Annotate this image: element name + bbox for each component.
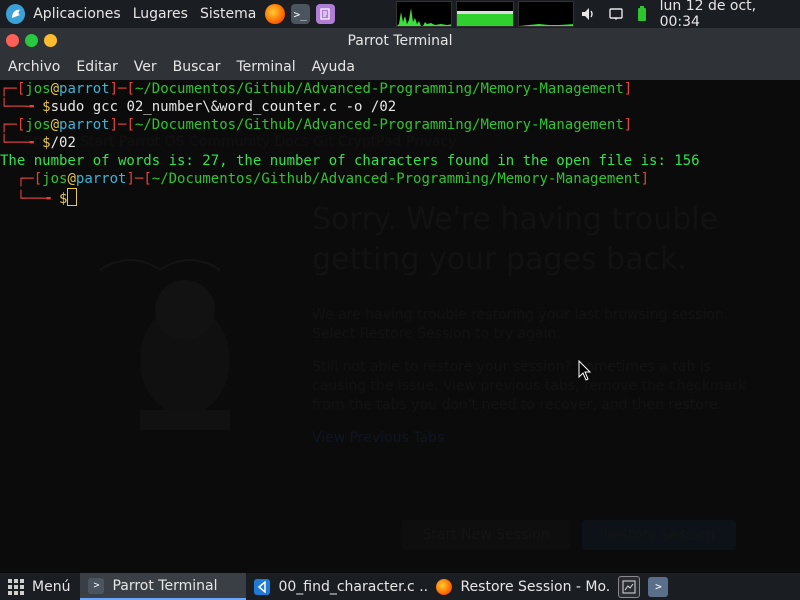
taskbar-item-label: Parrot Terminal (112, 577, 218, 594)
menu-ayuda[interactable]: Ayuda (304, 59, 363, 75)
volume-icon[interactable] (574, 0, 602, 28)
ghost-title-line1: Sorry. We're having trouble (312, 202, 719, 237)
terminal-line-prompt2-command: └──╼ $/02 (0, 135, 76, 151)
start-menu-button[interactable]: Menú (0, 573, 80, 600)
prompt-user: jos (25, 117, 51, 133)
taskbar-item-label: Restore Session - Mo... (460, 578, 611, 595)
notifications-icon[interactable] (602, 0, 630, 28)
ghost-para2: Still not able to restore your session? … (312, 359, 747, 413)
window-titlebar[interactable]: Parrot Terminal (0, 28, 800, 54)
prompt-path: ~/Documentos/Github/Advanced-Programming… (134, 81, 624, 97)
prompt-host: parrot (59, 81, 110, 97)
ghost-title: Sorry. We're having trouble getting your… (312, 200, 718, 280)
terminal-icon[interactable]: >_ (290, 4, 310, 24)
terminal-line-prompt3-command: └──╼ $ (0, 188, 800, 207)
prompt-host: parrot (59, 117, 110, 133)
ghost-text: We are having trouble restoring your las… (312, 306, 752, 448)
firefox-icon (436, 578, 453, 595)
terminal-line-prompt1-header: ┌─[jos@parrot]─[~/Documentos/Github/Adva… (0, 81, 633, 97)
taskbar-item-firefox[interactable]: Restore Session - Mo... (428, 573, 610, 600)
terminal-menubar: Archivo Editar Ver Buscar Terminal Ayuda (0, 54, 800, 81)
taskbar-item-parrot-terminal[interactable]: > Parrot Terminal (80, 573, 247, 600)
menu-ver[interactable]: Ver (126, 59, 165, 75)
minimize-window-button[interactable] (44, 34, 57, 47)
vscode-icon (254, 578, 271, 595)
taskbar-tray: > (614, 575, 672, 598)
prompt-user: jos (42, 171, 68, 187)
workspace-icon[interactable] (618, 575, 641, 598)
prompt-command: sudo gcc 02_number\&word_counter.c -o /0… (50, 99, 397, 115)
top-panel: Aplicaciones Lugares Sistema >_ lun 12 d… (0, 0, 800, 30)
prompt-user: jos (25, 81, 51, 97)
terminal-line-prompt1-command: └──╼ $sudo gcc 02_number\&word_counter.c… (0, 99, 397, 115)
menu-buscar[interactable]: Buscar (165, 59, 229, 75)
battery-icon[interactable] (630, 0, 654, 28)
taskbar-item-label: 00_find_character.c ... (278, 578, 429, 595)
memory-monitor-graph (455, 1, 514, 27)
menu-grid-icon (8, 578, 24, 595)
window-title: Parrot Terminal (347, 33, 453, 49)
taskbar-item-vscode[interactable]: 00_find_character.c ... (246, 573, 428, 600)
network-monitor-graph (517, 1, 574, 27)
ghost-illustration-icon (99, 259, 230, 430)
start-menu-label: Menú (32, 578, 71, 595)
terminal-icon: > (88, 577, 105, 594)
places-menu[interactable]: Lugares (127, 0, 194, 28)
parrot-logo-icon[interactable] (6, 4, 26, 24)
text-editor-icon[interactable] (315, 4, 336, 24)
prompt-path: ~/Documentos/Github/Advanced-Programming… (134, 117, 624, 133)
menu-editar[interactable]: Editar (68, 59, 125, 75)
terminal-icon[interactable]: > (648, 576, 669, 597)
menu-terminal[interactable]: Terminal (228, 59, 303, 75)
menu-archivo[interactable]: Archivo (0, 59, 68, 75)
ghost-start-new-button: Start New Session (402, 520, 570, 550)
terminal-line-prompt2-header: ┌─[jos@parrot]─[~/Documentos/Github/Adva… (0, 117, 633, 133)
close-window-button[interactable] (6, 34, 19, 47)
terminal-area[interactable]: Started Start Parrot OS Community Docs G… (0, 80, 800, 573)
terminal-line-prompt3-header: ┌─[jos@parrot]─[~/Documentos/Github/Adva… (0, 171, 650, 187)
ghost-para1: We are having trouble restoring your las… (312, 307, 729, 342)
clock[interactable]: lun 12 de oct, 00:34 (654, 0, 800, 30)
cpu-monitor-graph (396, 1, 452, 27)
ghost-view-tabs: View Previous Tabs (312, 430, 445, 446)
terminal-cursor (67, 188, 78, 206)
maximize-window-button[interactable] (25, 34, 38, 47)
mouse-pointer-icon (578, 360, 592, 381)
prompt-host: parrot (75, 171, 127, 187)
applications-menu[interactable]: Aplicaciones (27, 0, 126, 28)
firefox-icon[interactable] (265, 4, 285, 24)
prompt-path: ~/Documentos/Github/Advanced-Programming… (151, 171, 641, 187)
prompt-command: /02 (50, 135, 76, 151)
ghost-restore-button: Restore Session (582, 520, 736, 550)
bottom-taskbar: Menú > Parrot Terminal 00_find_character… (0, 573, 800, 600)
system-menu[interactable]: Sistema (194, 0, 262, 28)
terminal-output: The number of words is: 27, the number o… (0, 153, 700, 169)
ghost-title-line2: getting your pages back. (312, 242, 687, 277)
